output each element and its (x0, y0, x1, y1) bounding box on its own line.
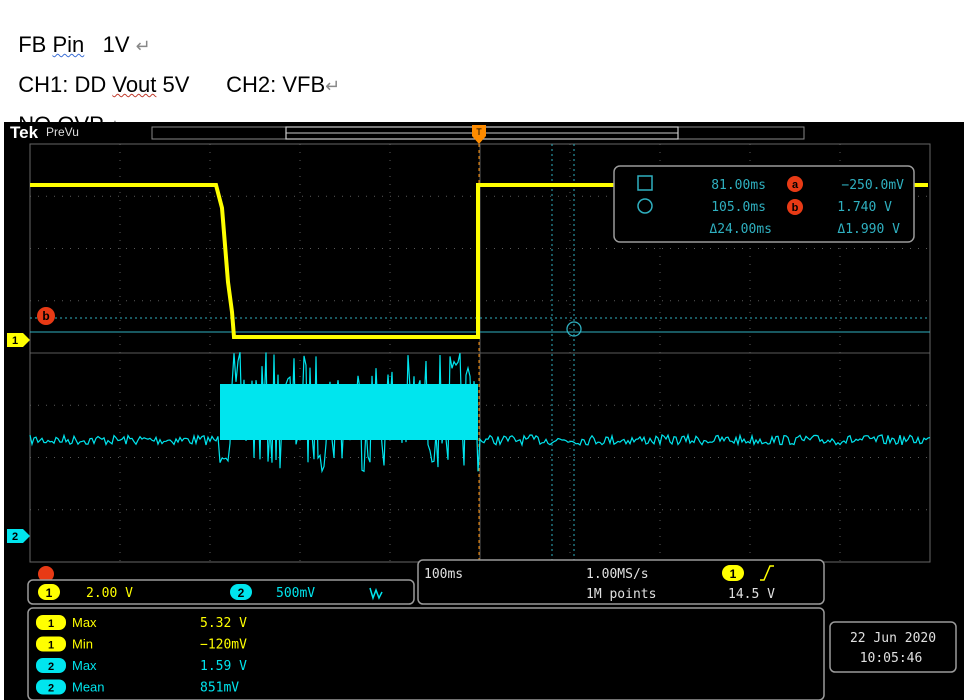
paragraph-mark-icon: ↵ (325, 76, 341, 96)
sample-rate: 1.00MS/s (586, 567, 649, 582)
ch1-scale-badge-label: 1 (46, 586, 53, 600)
measurement-value: −120mV (200, 638, 247, 653)
record-length: 1M points (586, 587, 656, 602)
brand-logo: Tek (10, 123, 39, 142)
ch2-ground-marker (7, 529, 30, 543)
measurement-name: Max (72, 615, 97, 630)
ch1-ground-marker (7, 333, 30, 347)
cursor-delta-v: Δ1.990 V (837, 222, 900, 237)
measurement-name: Max (72, 658, 97, 673)
ch1-marker-label: 1 (12, 335, 18, 347)
time-per-div: 100ms (424, 567, 463, 582)
measurement-value: 5.32 V (200, 616, 247, 631)
measurement-channel-label: 2 (48, 683, 54, 695)
measurement-channel-label: 1 (48, 618, 54, 630)
measurement-name: Min (72, 637, 93, 652)
scope-svg: Tek PreVu T b 1 2 81.00ms 105.0ms Δ24.00… (7, 123, 957, 700)
cursor-a-badge-label: a (792, 179, 799, 191)
ch1-scale: 2.00 V (86, 586, 133, 601)
acq-mode: PreVu (46, 125, 79, 139)
trig-level: 14.5 V (728, 587, 775, 602)
measurement-value: 1.59 V (200, 659, 247, 674)
measurement-box (27, 607, 825, 700)
cursor-delta-t: Δ24.00ms (709, 222, 772, 237)
cursor-b-badge-label: b (792, 202, 799, 214)
measurement-name: Mean (72, 680, 105, 695)
doc-text: 5V CH2: VFB (156, 72, 326, 97)
oscilloscope-screen: Tek PreVu T b 1 2 81.00ms 105.0ms Δ24.00… (4, 122, 964, 700)
date-readout: 22 Jun 2020 (850, 631, 936, 646)
ch2-waveform-burst (220, 384, 478, 440)
trigger-marker-label: T (476, 127, 482, 137)
ch2-scale: 500mV (276, 586, 315, 601)
measurement-channel-label: 2 (48, 661, 54, 673)
measurement-channel-label: 1 (48, 640, 54, 652)
cursor-b-marker-label: b (42, 309, 49, 323)
cursor-t2: 105.0ms (711, 200, 766, 215)
cursor-t1: 81.00ms (711, 178, 766, 193)
ch2-marker-label: 2 (12, 531, 18, 543)
measurement-value: 851mV (200, 681, 239, 696)
cursor-vb: 1.740 V (837, 200, 892, 215)
ch2-scale-badge-label: 2 (238, 586, 245, 600)
trig-source-label: 1 (730, 567, 737, 581)
doc-text-vout: Vout (112, 72, 157, 97)
cursor-va: −250.0mV (841, 178, 904, 193)
time-readout: 10:05:46 (860, 651, 923, 666)
